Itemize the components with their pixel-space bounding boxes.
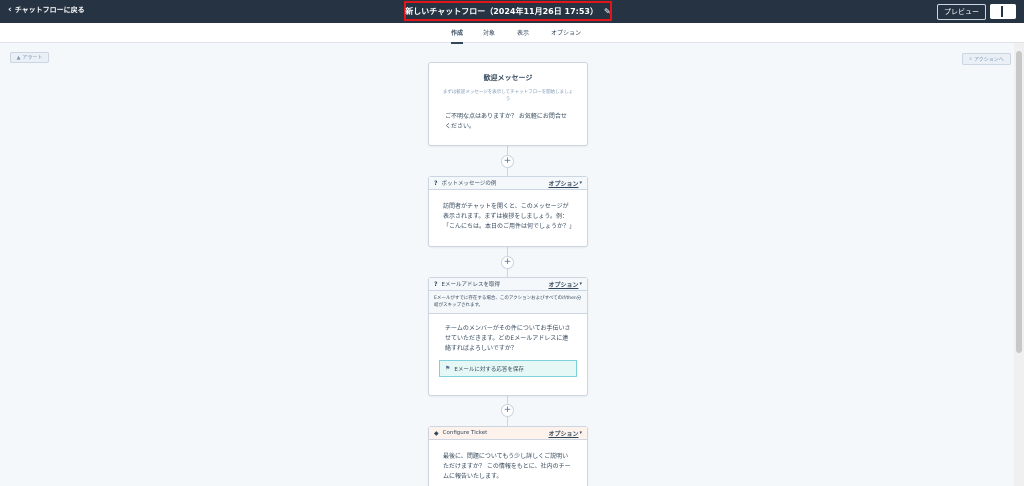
add-action-button[interactable]: +	[501, 256, 514, 269]
card-header: ◆ Configure Ticket オプション ▾	[429, 427, 587, 440]
alert-button[interactable]: ▲ アラート	[10, 52, 49, 63]
chevron-down-icon: ▾	[579, 180, 582, 186]
top-bar: ‹ チャットフローに戻る 新しいチャットフロー（2024年11月26日 17:5…	[0, 0, 1024, 23]
welcome-subtitle: まずは歓迎メッセージを表示してチャットフローを開始しましょう	[442, 90, 574, 102]
alert-label: アラート	[22, 55, 43, 61]
back-to-chatflows-link[interactable]: ‹ チャットフローに戻る	[8, 5, 85, 15]
tab-create[interactable]: 作成	[451, 28, 464, 44]
action-label: アクションへ	[974, 56, 1004, 63]
save-response-row[interactable]: ⚑ Eメールに対する応答を保存	[439, 360, 577, 377]
card-title: Eメールアドレスを取得	[441, 282, 500, 288]
add-action-button[interactable]: +	[501, 155, 514, 168]
tag-icon: ◆	[434, 429, 439, 437]
card-title: ボットメッセージの例	[441, 181, 497, 187]
vertical-scrollbar[interactable]	[1014, 43, 1024, 486]
chevron-left-icon: ‹	[8, 4, 12, 15]
save-response-label: Eメールに対する応答を保存	[454, 366, 524, 373]
welcome-message-card[interactable]: 歓迎メッセージ まずは歓迎メッセージを表示してチャットフローを開始しましょう ご…	[428, 62, 588, 146]
tab-target[interactable]: 対象	[483, 28, 495, 37]
card-body: チームのメンバーがその件についてお手伝いさせていただきます。どのEメールアドレス…	[445, 325, 571, 352]
card-header: ? ボットメッセージの例 オプション ▾	[429, 177, 587, 190]
add-action-button[interactable]: +	[501, 404, 514, 417]
chatflow-title[interactable]: 新しいチャットフロー（2024年11月26日 17:53） ✎	[404, 1, 612, 21]
card-note: Eメールがすでに存在する場合、このアクションおよびすべてのif/then分岐がス…	[429, 291, 587, 314]
options-menu[interactable]: オプション	[548, 280, 578, 289]
welcome-title: 歓迎メッセージ	[483, 74, 533, 82]
chatflow-title-text: 新しいチャットフロー（2024年11月26日 17:53）	[405, 6, 598, 16]
card-title: Configure Ticket	[442, 430, 488, 436]
card-body: 最後に、問題についてもう少し詳しくご説明いただけますか？ この情報をもとに、社内…	[443, 453, 571, 480]
options-menu[interactable]: オプション	[548, 429, 578, 438]
card-header: ? Eメールアドレスを取得 オプション ▾	[429, 278, 587, 291]
question-icon: ?	[434, 280, 438, 288]
jump-to-action-button[interactable]: ⌕ アクションへ	[962, 53, 1011, 65]
email-capture-card[interactable]: ? Eメールアドレスを取得 オプション ▾ Eメールがすでに存在する場合、このア…	[428, 277, 588, 396]
scrollbar-thumb[interactable]	[1016, 51, 1022, 353]
pencil-icon[interactable]: ✎	[604, 7, 611, 16]
tab-bar: 作成 対象 表示 オプション	[0, 23, 1024, 44]
tab-display[interactable]: 表示	[517, 28, 529, 37]
preview-button[interactable]: プレビュー	[937, 4, 986, 20]
card-body: 訪問者がチャットを開くと、このメッセージが表示されます。まずは挨拶をしましょう。…	[443, 203, 576, 230]
flag-icon: ⚑	[445, 365, 451, 372]
welcome-body: ご不明な点はありますか？ お気軽にお問合せください。	[445, 113, 567, 130]
toggle-switch[interactable]	[990, 4, 1016, 19]
configure-ticket-card[interactable]: ◆ Configure Ticket オプション ▾ 最後に、問題についてもう少…	[428, 426, 588, 486]
search-icon: ⌕	[969, 56, 973, 62]
warning-icon: ▲	[16, 54, 21, 61]
chevron-down-icon: ▾	[579, 430, 582, 436]
bot-message-card[interactable]: ? ボットメッセージの例 オプション ▾ 訪問者がチャットを開くと、このメッセー…	[428, 176, 588, 247]
options-menu[interactable]: オプション	[548, 179, 578, 188]
tab-options[interactable]: オプション	[551, 28, 581, 37]
back-label: チャットフローに戻る	[14, 6, 85, 14]
chevron-down-icon: ▾	[579, 281, 582, 287]
question-icon: ?	[434, 179, 438, 187]
